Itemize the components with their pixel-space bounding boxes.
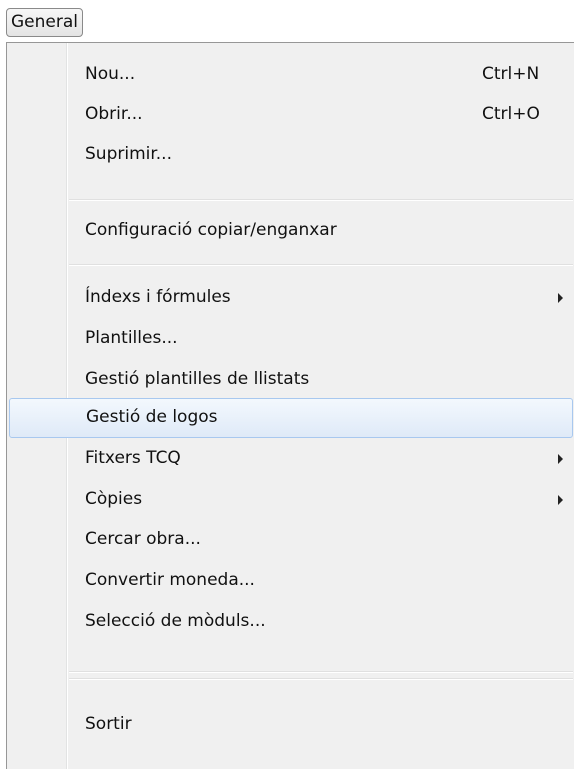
menu-item-copies[interactable]: Còpies [9, 480, 573, 520]
menu-separator [69, 264, 573, 266]
menu-item-obrir[interactable]: Obrir... Ctrl+O [9, 95, 573, 135]
menu-item-plantilles[interactable]: Plantilles... [9, 319, 573, 359]
submenu-arrow-icon [558, 495, 563, 505]
menu-item-configuracio-copiar-enganxar[interactable]: Configuració copiar/enganxar [9, 211, 573, 251]
menu-item-label: Nou... [85, 64, 136, 84]
menu-item-label: Obrir... [85, 104, 143, 124]
menu-item-fitxers-tcq[interactable]: Fitxers TCQ [9, 439, 573, 479]
submenu-arrow-icon [558, 293, 563, 303]
menu-separator [69, 678, 573, 680]
menu-item-indexs-i-formules[interactable]: Índexs i fórmules [9, 278, 573, 318]
menu-item-convertir-moneda[interactable]: Convertir moneda... [9, 561, 573, 601]
menu-item-label: Convertir moneda... [85, 570, 255, 590]
menu-item-cercar-obra[interactable]: Cercar obra... [9, 520, 573, 560]
menu-item-sortir[interactable]: Sortir [9, 705, 573, 745]
menu-item-label: Selecció de mòduls... [85, 611, 266, 631]
menu-item-label: Gestió de logos [86, 407, 218, 427]
menu-separator [69, 199, 573, 201]
menu-item-label: Índexs i fórmules [85, 287, 231, 307]
menu-item-label: Sortir [85, 714, 132, 734]
menu-item-label: Plantilles... [85, 328, 178, 348]
menu-item-nou[interactable]: Nou... Ctrl+N [9, 55, 573, 95]
menu-item-label: Suprimir... [85, 144, 172, 164]
submenu-arrow-icon [558, 454, 563, 464]
general-dropdown-menu: Nou... Ctrl+N Obrir... Ctrl+O Suprimir..… [6, 42, 574, 769]
menu-item-label: Configuració copiar/enganxar [85, 220, 337, 240]
menu-item-label: Gestió plantilles de llistats [85, 369, 310, 389]
menu-item-shortcut: Ctrl+O [482, 104, 540, 124]
menu-item-gestio-plantilles-llistats[interactable]: Gestió plantilles de llistats [9, 360, 573, 400]
menu-separator [69, 671, 573, 673]
menu-item-label: Fitxers TCQ [85, 448, 181, 468]
menu-item-label: Còpies [85, 489, 143, 509]
menu-item-suprimir[interactable]: Suprimir... [9, 135, 573, 175]
general-menu-button[interactable]: General [6, 8, 83, 37]
menubar: General [0, 0, 574, 42]
menu-item-label: Cercar obra... [85, 529, 201, 549]
menu-item-gestio-de-logos[interactable]: Gestió de logos [9, 398, 573, 438]
menu-item-shortcut: Ctrl+N [482, 64, 540, 84]
menu-item-seleccio-de-moduls[interactable]: Selecció de mòduls... [9, 602, 573, 642]
